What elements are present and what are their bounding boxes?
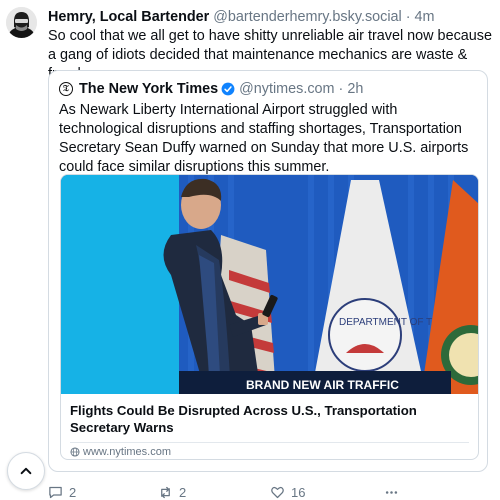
chevron-up-icon	[20, 467, 32, 475]
link-card-domain-text: www.nytimes.com	[83, 446, 172, 458]
separator-dot: ·	[405, 9, 411, 25]
quoted-post[interactable]: 𝔗 The New York Times @nytimes.com · 2h A…	[48, 70, 488, 472]
post[interactable]: Hemry, Local Bartender @bartenderhemry.b…	[0, 0, 500, 500]
quoted-post-text: As Newark Liberty International Airport …	[59, 102, 469, 175]
avatar-image	[6, 7, 37, 38]
link-card-title[interactable]: Flights Could Be Disrupted Across U.S., …	[70, 402, 470, 436]
nyt-logo-icon: 𝔗	[59, 82, 73, 96]
author-avatar[interactable]	[6, 7, 37, 38]
post-header: Hemry, Local Bartender @bartenderhemry.b…	[48, 7, 493, 27]
author-name[interactable]: Hemry, Local Bartender	[48, 9, 209, 25]
author-handle[interactable]: @bartenderhemry.bsky.social	[213, 9, 401, 25]
separator-dot: ·	[338, 81, 344, 97]
repost-button[interactable]: 2	[158, 484, 186, 500]
link-card[interactable]: DEPARTMENT OF TRA BRAND NEW AIR TRAFFIC	[60, 174, 479, 460]
like-count: 16	[291, 484, 306, 500]
link-card-divider	[70, 442, 469, 443]
verified-check-icon	[221, 82, 235, 96]
scroll-to-top-button[interactable]	[7, 452, 45, 490]
reply-button[interactable]: 2	[48, 484, 76, 500]
reply-icon	[49, 486, 62, 498]
repost-count: 2	[179, 484, 187, 500]
post-actions: 2 2 16	[48, 484, 488, 500]
link-card-domain: www.nytimes.com	[70, 446, 171, 458]
repost-icon	[161, 486, 170, 498]
banner-text: BRAND NEW AIR TRAFFIC	[246, 378, 399, 392]
quoted-author-name[interactable]: The New York Times	[79, 80, 218, 98]
post-timestamp[interactable]: 4m	[415, 9, 435, 25]
quoted-author-handle[interactable]: @nytimes.com	[239, 80, 334, 98]
reply-count: 2	[69, 484, 77, 500]
more-options-icon	[385, 490, 398, 494]
more-options-button[interactable]	[384, 484, 405, 500]
like-button[interactable]: 16	[270, 484, 305, 500]
heart-icon	[271, 486, 284, 498]
quoted-timestamp[interactable]: 2h	[347, 80, 363, 98]
link-card-image: DEPARTMENT OF TRA BRAND NEW AIR TRAFFIC	[61, 175, 478, 394]
globe-icon	[70, 447, 80, 457]
quoted-post-header: 𝔗 The New York Times @nytimes.com · 2h	[59, 80, 479, 98]
seal-text: DEPARTMENT OF TRA	[339, 317, 446, 328]
